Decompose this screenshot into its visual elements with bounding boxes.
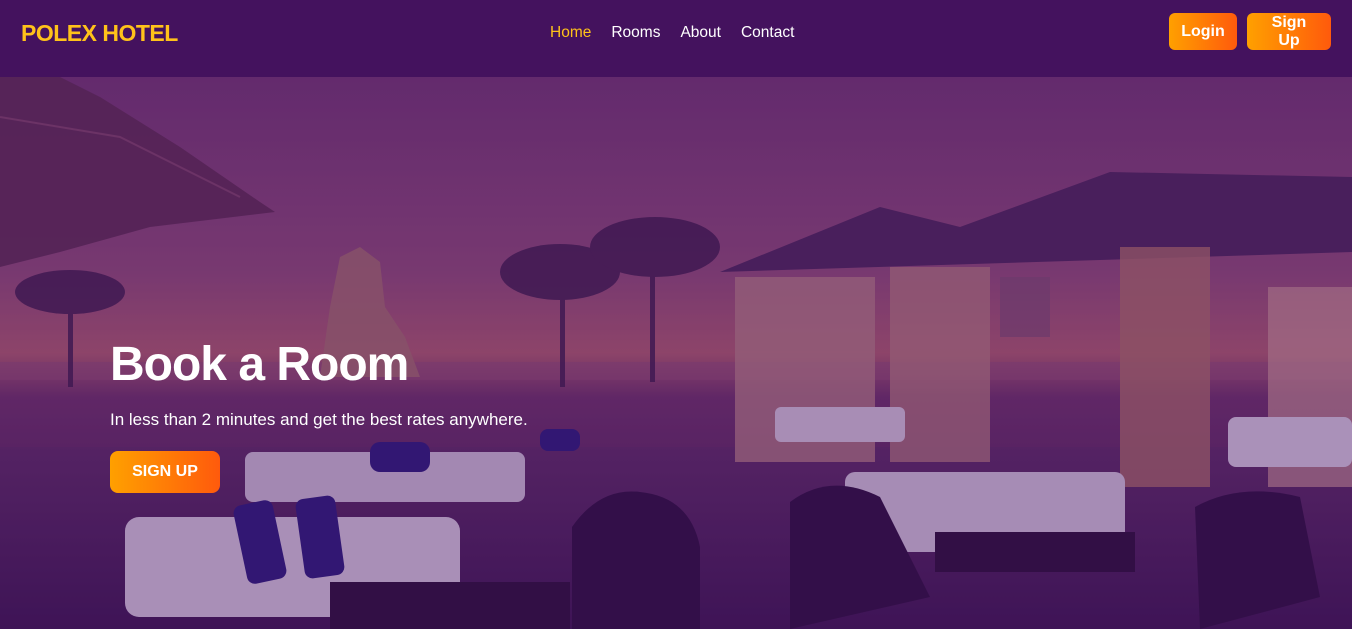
nav-link-rooms[interactable]: Rooms	[611, 24, 660, 42]
auth-buttons: Login Sign Up	[1169, 13, 1331, 50]
navbar: POLEX HOTEL Home Rooms About Contact Log…	[0, 0, 1352, 77]
hero-signup-button[interactable]: SIGN UP	[110, 451, 220, 493]
nav-link-about[interactable]: About	[680, 24, 721, 42]
nav-link-contact[interactable]: Contact	[741, 24, 794, 42]
hero-title: Book a Room	[110, 338, 409, 391]
hero-section: Book a Room In less than 2 minutes and g…	[0, 77, 1352, 629]
main-nav: Home Rooms About Contact	[550, 24, 814, 42]
login-button[interactable]: Login	[1169, 13, 1237, 50]
brand-logo[interactable]: POLEX HOTEL	[21, 20, 178, 47]
hero-subtitle: In less than 2 minutes and get the best …	[110, 410, 528, 429]
signup-button[interactable]: Sign Up	[1247, 13, 1331, 50]
nav-link-home[interactable]: Home	[550, 24, 591, 42]
